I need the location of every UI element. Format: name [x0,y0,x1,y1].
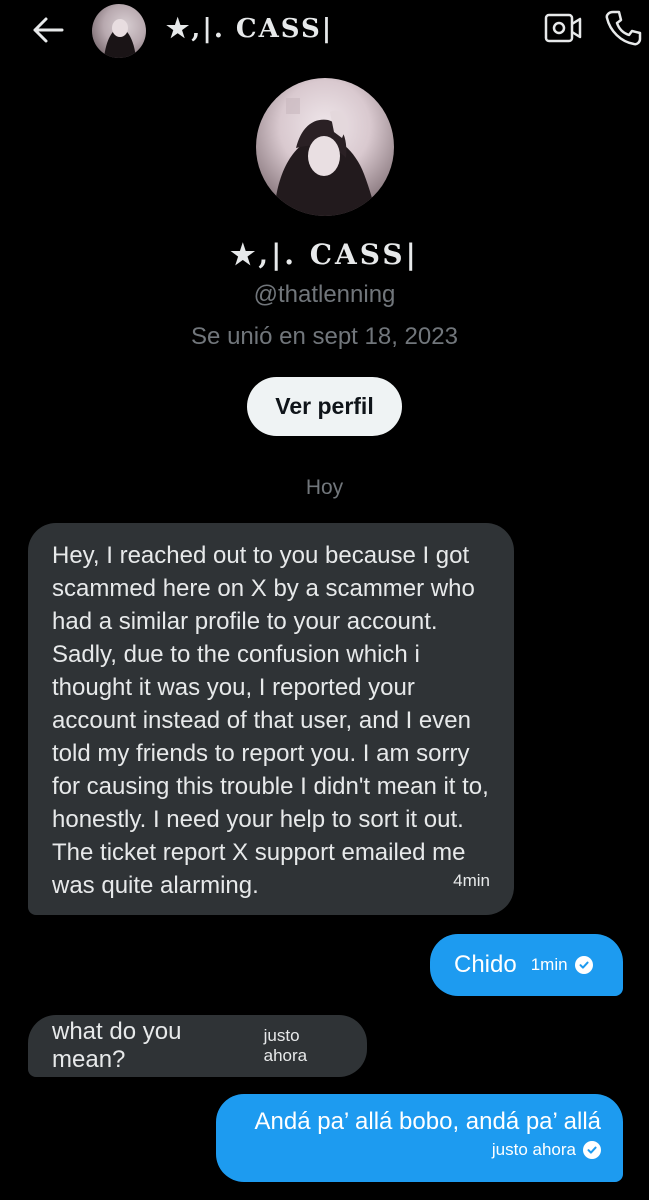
message-timestamp: justo ahora [263,1026,308,1065]
back-arrow-icon [33,17,64,43]
message-text: Chido [454,951,517,978]
message-bubble-outgoing[interactable]: Andá pa’ allá bobo, andá pa’ allá justo … [216,1094,623,1182]
view-profile-button[interactable]: Ver perfil [247,377,402,436]
phone-icon [605,10,642,46]
profile-joined-date: Se unió en sept 18, 2023 [191,323,458,350]
date-separator: Hoy [305,476,344,499]
profile-summary: ★,|. CASS| @thatlenning Se unió en sept … [0,78,649,436]
message-bubble-incoming[interactable]: Hey, I reached out to you because I got … [28,523,514,915]
video-camera-icon [544,13,582,43]
profile-name: ★,|. CASS| [230,238,419,271]
profile-handle: @thatlenning [253,281,396,308]
message-timestamp: justo ahora [491,1140,576,1159]
message-timestamp: 1min [530,955,568,974]
message-bubble-incoming[interactable]: what do you mean? justo ahora [28,1015,367,1077]
message-text: Andá pa’ allá bobo, andá pa’ allá [254,1108,602,1135]
message-timestamp: 4min [453,871,490,890]
read-check-icon [574,956,593,974]
top-bar: ★,|. CASS| [0,0,649,62]
message-text: Hey, I reached out to you because I got … [52,542,489,899]
voice-call-button[interactable] [603,8,643,48]
read-check-icon [583,1141,601,1159]
profile-avatar[interactable] [255,78,394,216]
message-text: what do you mean? [52,1018,182,1073]
message-bubble-outgoing[interactable]: Chido 1min [430,934,623,996]
back-button[interactable] [30,12,66,48]
header-contact-name[interactable]: ★,|. CASS| [166,14,333,44]
header-avatar[interactable] [92,4,146,58]
video-call-button[interactable] [543,10,583,46]
